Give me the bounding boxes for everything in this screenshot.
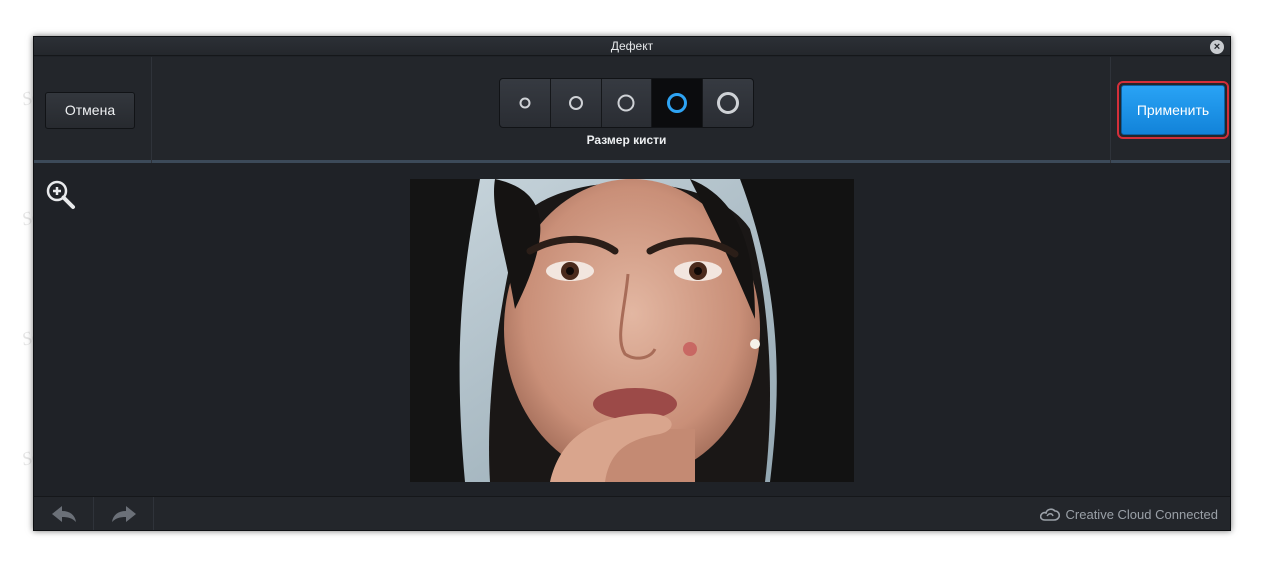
portrait-image [410, 179, 854, 482]
toolbar-right-section: Применить [1110, 57, 1230, 163]
apply-highlight-frame: Применить [1117, 81, 1229, 139]
toolbar-left-section: Отмена [34, 57, 152, 163]
brush-size-3[interactable] [602, 79, 653, 127]
brush-size-selector [499, 78, 754, 128]
brush-size-1[interactable] [500, 79, 551, 127]
brush-size-4-icon [667, 93, 688, 113]
apply-button[interactable]: Применить [1121, 85, 1225, 135]
redo-arrow-icon [112, 506, 136, 522]
bottom-bar: Creative Cloud Connected [34, 496, 1230, 530]
undo-button[interactable] [34, 497, 94, 530]
brush-size-1-icon [519, 97, 531, 109]
brush-size-2[interactable] [551, 79, 602, 127]
redo-button[interactable] [94, 497, 154, 530]
zoom-in-button[interactable] [44, 178, 78, 212]
close-button[interactable]: × [1210, 40, 1224, 54]
toolbar: Отмена Размер кисти Применить [34, 57, 1230, 163]
title-bar: Дефект × [34, 37, 1230, 56]
defect-dialog: Дефект × Отмена Размер кисти Применить C… [33, 36, 1231, 531]
brush-size-3-icon [617, 94, 635, 112]
brush-size-5[interactable] [703, 79, 753, 127]
creative-cloud-icon [1039, 508, 1060, 521]
zoom-in-icon [46, 180, 75, 209]
creative-cloud-status: Creative Cloud Connected [1039, 497, 1218, 530]
close-icon: × [1213, 41, 1221, 53]
brush-size-5-icon [717, 92, 740, 114]
creative-cloud-label: Creative Cloud Connected [1065, 506, 1218, 522]
brush-size-4[interactable] [652, 79, 704, 127]
photo-preview[interactable] [410, 179, 854, 482]
cancel-button[interactable]: Отмена [45, 92, 135, 129]
image-canvas [34, 166, 1230, 498]
undo-arrow-icon [52, 506, 76, 522]
brush-size-label: Размер кисти [586, 133, 667, 147]
dialog-title: Дефект [610, 39, 654, 53]
brush-size-2-icon [568, 96, 583, 110]
